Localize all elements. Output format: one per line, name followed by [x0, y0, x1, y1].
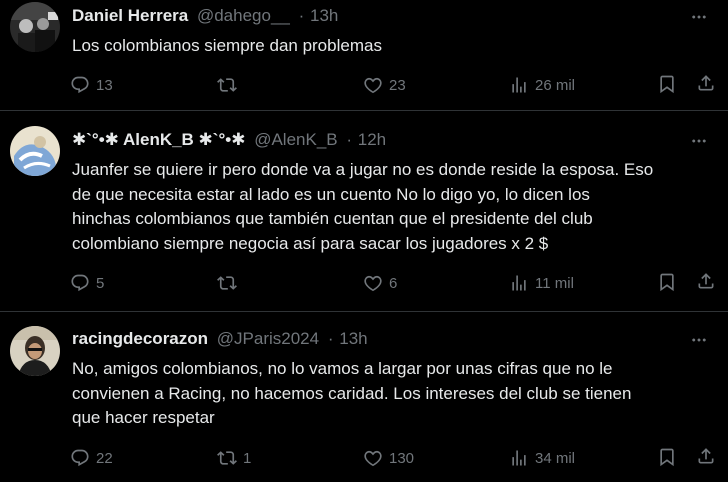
timestamp[interactable]: 13h	[339, 329, 367, 348]
action-bar: 22 1 130 34 mil	[70, 446, 710, 470]
share-icon[interactable]	[696, 73, 716, 93]
tweet-text-line: colombiano siempre negocia así para saca…	[72, 233, 549, 253]
more-dots-icon[interactable]	[690, 331, 708, 349]
like-button[interactable]: 23	[363, 73, 406, 97]
more-dots-icon[interactable]	[690, 132, 708, 150]
reply-count: 5	[96, 274, 105, 292]
reply-button[interactable]: 13	[70, 73, 113, 97]
retweet-count: 1	[243, 449, 252, 467]
reply-count: 22	[96, 449, 113, 467]
handle[interactable]: @AlenK_B	[254, 130, 337, 149]
tweet-text-line: que hacer respetar	[72, 408, 215, 427]
retweet-icon	[217, 448, 237, 468]
like-count: 6	[389, 274, 398, 292]
views-chart-icon	[509, 273, 529, 293]
avatar-photo	[10, 126, 60, 176]
like-count: 23	[389, 76, 406, 94]
views-button[interactable]: 11 mil	[509, 271, 574, 295]
reply-count: 13	[96, 76, 113, 94]
heart-icon	[363, 448, 383, 468]
tweet-text-line: Juanfer se quiere ir pero donde va a jug…	[72, 160, 654, 179]
tweet-3[interactable]: racingdecorazon @JParis2024 · 13h No, am…	[0, 312, 728, 482]
reply-button[interactable]: 22	[70, 446, 113, 470]
display-name[interactable]: racingdecorazon	[72, 329, 208, 348]
reply-icon	[70, 273, 90, 293]
views-chart-icon	[509, 448, 529, 468]
avatar[interactable]	[10, 2, 60, 52]
timestamp[interactable]: 13h	[310, 6, 338, 25]
tweet-header: Daniel Herrera @dahego__ · 13h	[72, 6, 338, 28]
avatar[interactable]	[10, 126, 60, 176]
views-button[interactable]: 26 mil	[509, 73, 575, 97]
views-count: 26 mil	[535, 76, 576, 94]
tweet-header: ✱`°•✱ AlenK_B ✱`°•✱ @AlenK_B · 12h	[72, 130, 386, 152]
retweet-icon	[217, 75, 237, 95]
separator-dot: ·	[346, 130, 353, 149]
reply-icon	[70, 448, 90, 468]
display-name[interactable]: ✱`°•✱ AlenK_B ✱`°•✱	[72, 130, 245, 149]
retweet-button[interactable]: 1	[217, 446, 251, 470]
avatar-photo	[10, 326, 60, 376]
like-count: 130	[389, 449, 415, 467]
heart-icon	[363, 273, 383, 293]
bookmark-icon[interactable]	[657, 74, 677, 94]
tweet-text: Los colombianos siempre dan problemas	[72, 34, 722, 59]
display-name[interactable]: Daniel Herrera	[72, 6, 188, 25]
action-bar: 13 23 26 mil	[70, 73, 710, 97]
tweet-text: No, amigos colombianos, no lo vamos a la…	[72, 357, 722, 431]
tweet-text: Juanfer se quiere ir pero donde va a jug…	[72, 158, 722, 256]
tweet-text-line: convienen a Racing, no hacemos caridad. …	[72, 383, 632, 403]
handle[interactable]: @dahego__	[197, 6, 290, 25]
tweet-text-line: de que necesita estar al lado es un cuen…	[72, 184, 590, 204]
separator-dot: ·	[298, 6, 305, 25]
action-bar: 5 6 11 mil	[70, 271, 710, 295]
views-button[interactable]: 34 mil	[509, 446, 575, 470]
like-button[interactable]: 6	[363, 271, 397, 295]
tweet-header: racingdecorazon @JParis2024 · 13h	[72, 329, 368, 351]
timestamp[interactable]: 12h	[358, 130, 386, 149]
heart-icon	[363, 75, 383, 95]
views-chart-icon	[509, 75, 529, 95]
views-count: 34 mil	[535, 449, 576, 467]
tweet-text-line: hinchas colombianos que también cuentan …	[72, 209, 593, 228]
avatar[interactable]	[10, 326, 60, 376]
handle[interactable]: @JParis2024	[217, 329, 319, 348]
views-count: 11 mil	[535, 274, 574, 292]
share-icon[interactable]	[696, 271, 716, 291]
tweet-text-line: Los colombianos siempre dan problemas	[72, 36, 382, 55]
retweet-button[interactable]	[217, 73, 243, 97]
tweet-1[interactable]: Daniel Herrera @dahego__ · 13h Los colom…	[0, 0, 728, 111]
bookmark-icon[interactable]	[657, 447, 677, 467]
more-dots-icon[interactable]	[690, 8, 708, 26]
avatar-photo	[10, 2, 60, 52]
like-button[interactable]: 130	[363, 446, 414, 470]
retweet-button[interactable]	[217, 271, 243, 295]
tweet-text-line: No, amigos colombianos, no lo vamos a la…	[72, 359, 613, 378]
reply-button[interactable]: 5	[70, 271, 104, 295]
tweet-2[interactable]: ✱`°•✱ AlenK_B ✱`°•✱ @AlenK_B · 12h Juanf…	[0, 111, 728, 312]
reply-icon	[70, 75, 90, 95]
retweet-icon	[217, 273, 237, 293]
share-icon[interactable]	[696, 446, 716, 466]
separator-dot: ·	[327, 329, 334, 348]
bookmark-icon[interactable]	[657, 272, 677, 292]
